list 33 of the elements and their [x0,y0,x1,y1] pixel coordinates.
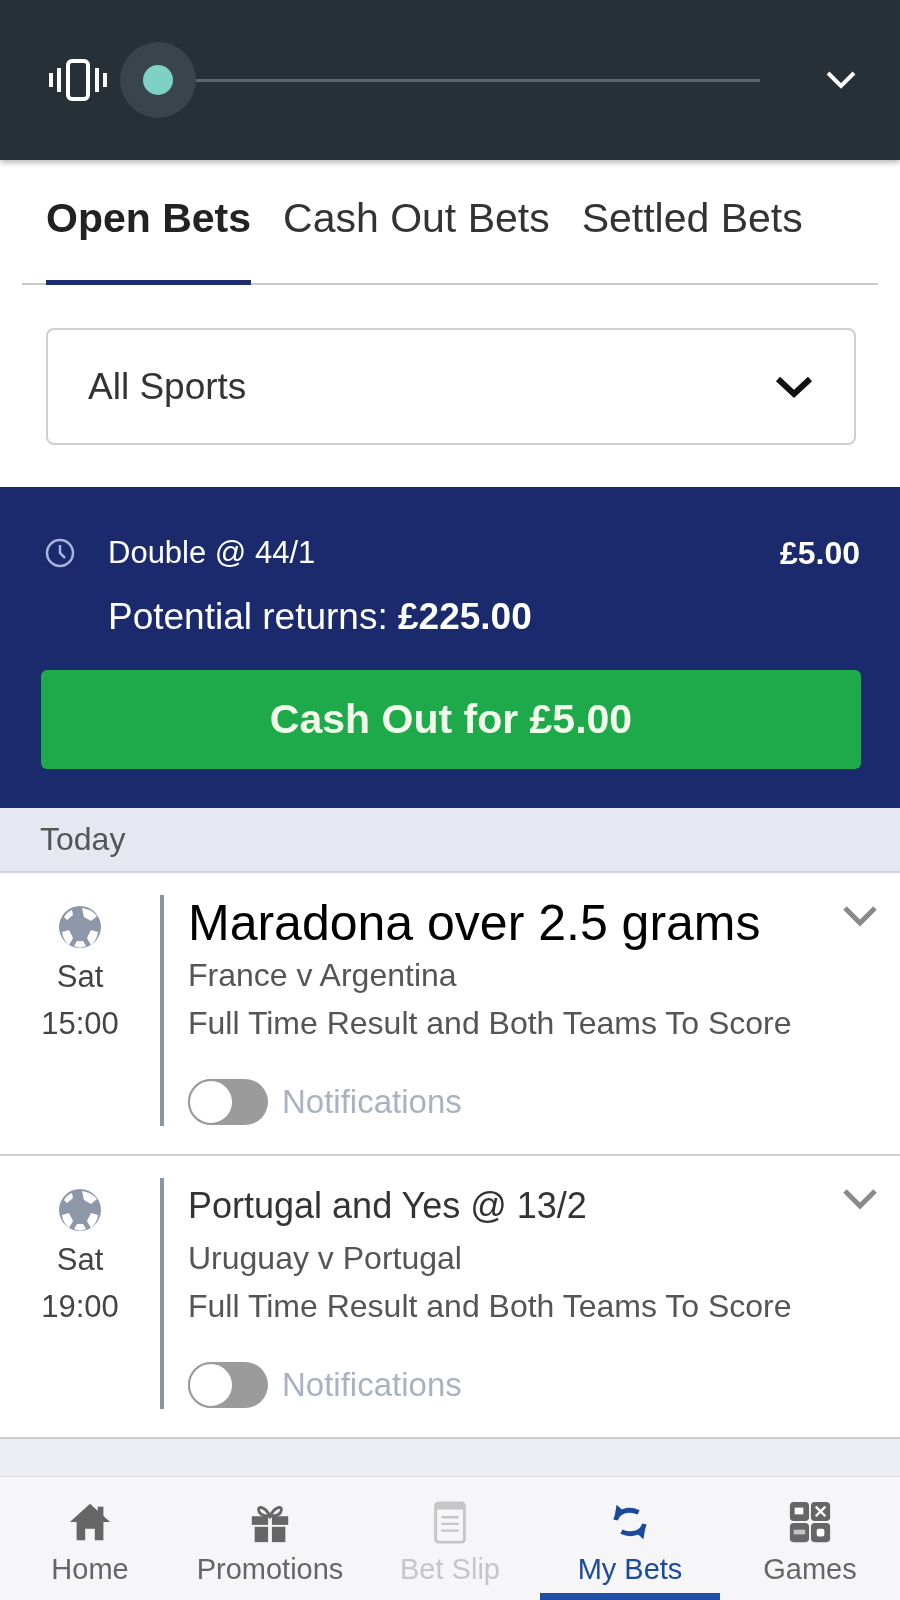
football-icon [58,905,102,949]
event-name: France v Argentina [188,956,458,995]
notifications-label: Notifications [282,1083,462,1121]
bet-type: Double @ 44/1 [108,535,316,571]
notifications-toggle[interactable] [188,1079,268,1125]
market-name: Full Time Result and Both Teams To Score [188,1004,793,1043]
tab[interactable]: Cash Out Bets [283,172,550,285]
chevron-down-icon [774,374,814,399]
tab[interactable]: Open Bets [46,172,252,285]
section-header: Today [0,808,900,873]
sport-dropdown[interactable]: All Sports [46,328,856,445]
clock-icon [45,538,75,568]
nav-tab[interactable]: Promotions [180,1477,360,1600]
nav-tab[interactable]: My Bets [540,1477,720,1600]
potential-returns: Potential returns: £225.00 [108,597,533,637]
notifications-toggle[interactable] [188,1362,268,1408]
stake-amount: £5.00 [779,534,860,572]
bet-selection: Portugal and Yes @ 13/2 [188,1184,588,1228]
football-icon [58,1188,102,1232]
vibrate-icon[interactable] [48,58,108,102]
tab[interactable]: Settled Bets [581,172,803,285]
market-name: Full Time Result and Both Teams To Score [188,1287,793,1326]
game-tiles-icon [787,1499,833,1545]
slider-track[interactable] [120,42,760,118]
event-day: Sat [56,957,104,997]
bet-selection: Maradona over 2.5 grams [188,895,762,951]
nav-tab[interactable]: Games [720,1477,900,1600]
event-name: Uruguay v Portugal [188,1239,463,1278]
notifications-label: Notifications [282,1366,462,1404]
event-day: Sat [56,1240,104,1280]
nav-tab[interactable]: Home [0,1477,180,1600]
event-time: 19:00 [41,1288,119,1326]
event-time: 15:00 [41,1005,119,1043]
